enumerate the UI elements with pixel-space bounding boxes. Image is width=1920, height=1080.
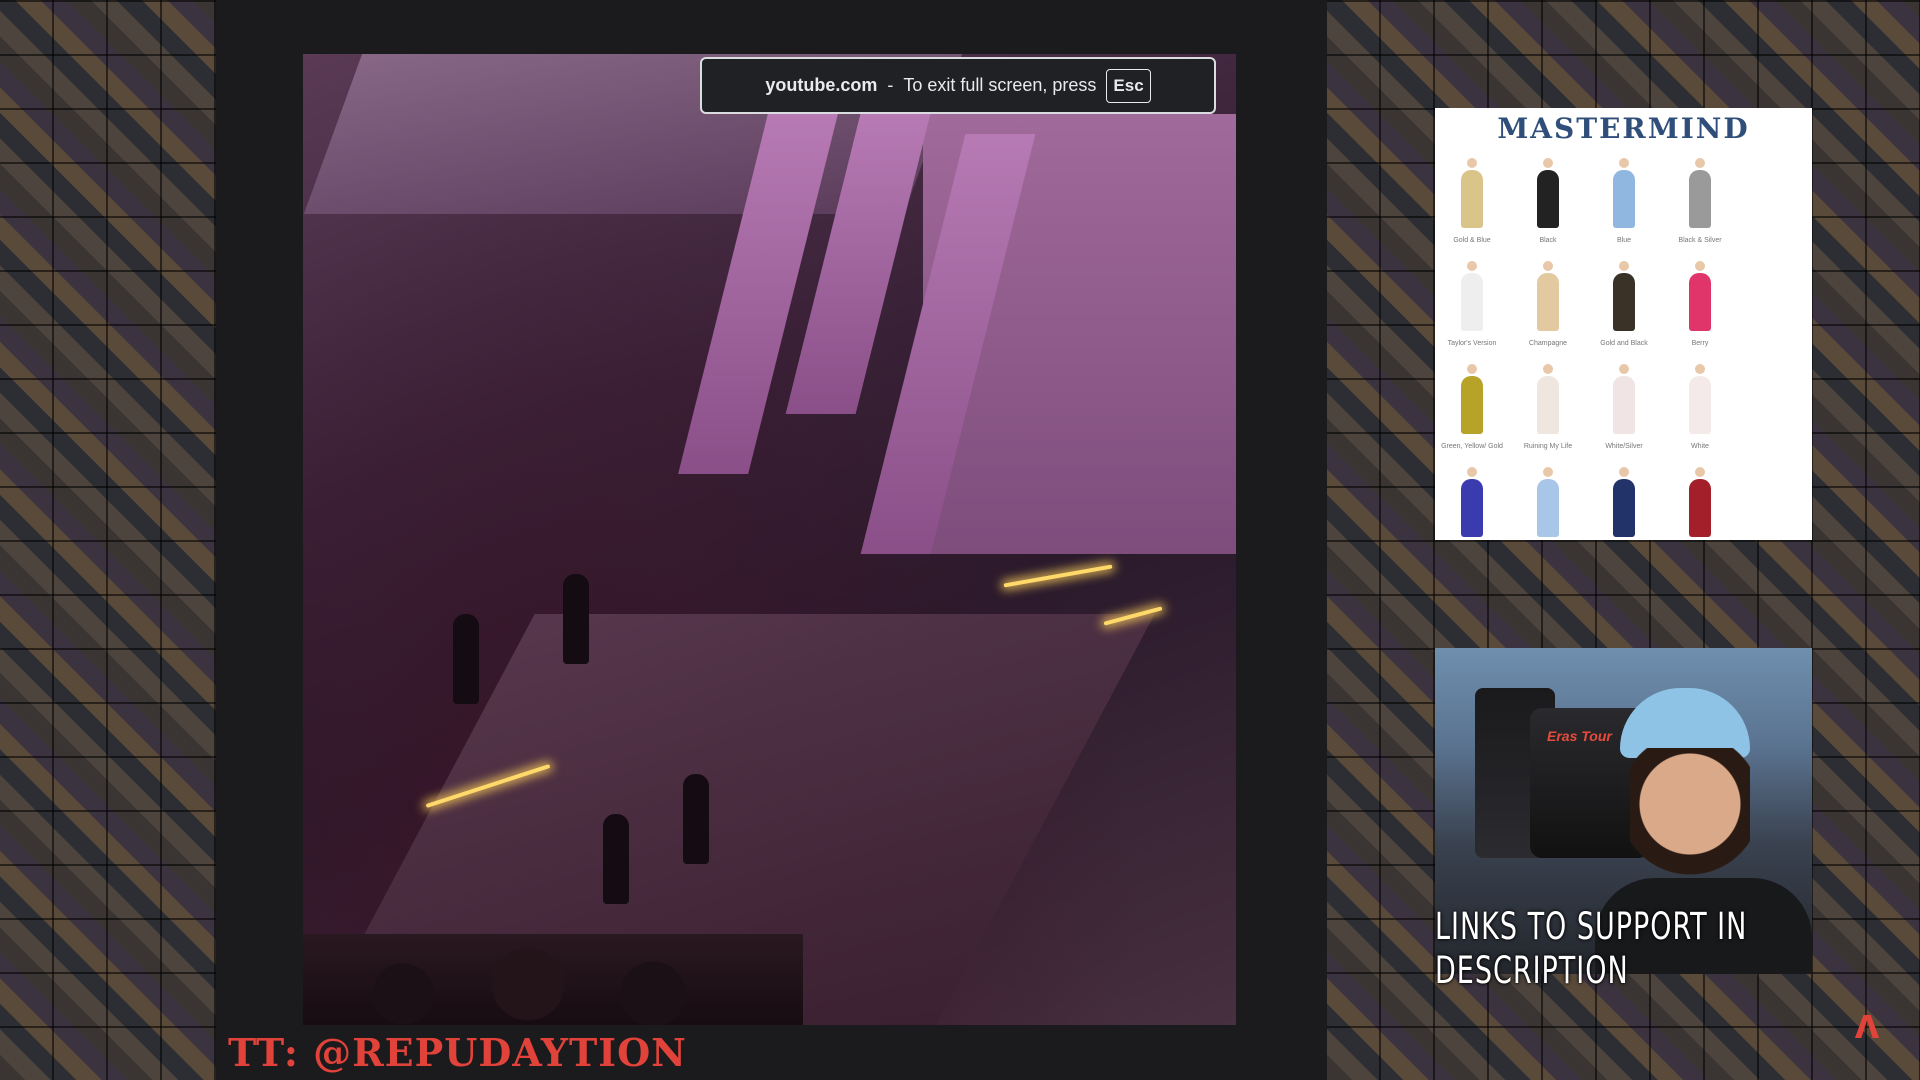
outfit-doll-head xyxy=(1695,158,1705,168)
support-links-banner: LINKS TO SUPPORT IN DESCRIPTION xyxy=(1435,905,1748,993)
outfit-item: Ruining My Life xyxy=(1510,364,1586,451)
streamer-face xyxy=(1630,748,1750,888)
outfit-doll-head xyxy=(1467,364,1477,374)
channel-logo-icon: ʌ xyxy=(1854,999,1880,1048)
outfit-doll-icon xyxy=(1537,376,1559,434)
outfit-doll-icon xyxy=(1461,273,1483,331)
outfit-doll-icon xyxy=(1613,170,1635,228)
outfit-item xyxy=(1434,467,1510,545)
outfit-caption: Champagne xyxy=(1528,340,1568,347)
toast-separator: - xyxy=(887,75,894,95)
outfit-doll-head xyxy=(1467,158,1477,168)
outfit-item xyxy=(1510,467,1586,545)
outfit-caption: Green, Yellow/ Gold xyxy=(1441,443,1503,450)
mastermind-title: MASTERMIND xyxy=(1497,112,1750,145)
tiktok-handle-overlay: TT: @REPUDAYTION xyxy=(228,1030,687,1075)
outfit-doll-head xyxy=(1619,158,1629,168)
outfit-doll-icon xyxy=(1689,170,1711,228)
outfit-doll-icon xyxy=(1461,376,1483,434)
photo-collage-background-left xyxy=(0,0,216,1080)
outfit-doll-head xyxy=(1543,467,1553,477)
outfit-doll-icon xyxy=(1613,273,1635,331)
outfit-item: White xyxy=(1662,364,1738,451)
outfit-doll-icon xyxy=(1689,479,1711,537)
outfit-item: Green, Yellow/ Gold xyxy=(1434,364,1510,451)
outfit-doll-icon xyxy=(1613,479,1635,537)
toast-message: To exit full screen, press xyxy=(903,75,1097,95)
outfit-caption: Gold & Blue xyxy=(1453,237,1491,244)
outfit-doll-icon xyxy=(1461,479,1483,537)
outfit-doll-icon xyxy=(1461,170,1483,228)
person-silhouette xyxy=(563,574,589,664)
outfit-doll-head xyxy=(1619,261,1629,271)
outfit-caption: Berry xyxy=(1691,340,1709,347)
outfit-doll-head xyxy=(1467,261,1477,271)
outfit-doll-head xyxy=(1695,261,1705,271)
sparkler-light xyxy=(1003,564,1113,588)
outfit-item xyxy=(1586,467,1662,545)
outfit-caption: White xyxy=(1691,443,1709,450)
outfit-doll-head xyxy=(1543,364,1553,374)
video-frame[interactable] xyxy=(303,54,1236,1025)
outfit-caption: White/Silver xyxy=(1605,443,1643,450)
esc-key-hint: Esc xyxy=(1106,68,1151,103)
outfit-item: White/Silver xyxy=(1586,364,1662,451)
person-silhouette xyxy=(453,614,479,704)
chair-logo: Eras Tour xyxy=(1547,728,1612,744)
outfit-item: Blue xyxy=(1586,158,1662,245)
mastermind-outfit-chart: MASTERMIND Gold & Blue Black Blue Black & S… xyxy=(1435,108,1812,540)
outfit-doll-head xyxy=(1695,364,1705,374)
outfit-caption: Blue xyxy=(1616,237,1631,244)
outfit-caption: Ruining My Life xyxy=(1523,443,1573,450)
outfit-doll-icon xyxy=(1613,376,1635,434)
crowd-silhouettes xyxy=(303,934,803,1025)
outfit-doll-icon xyxy=(1689,376,1711,434)
outfit-doll-head xyxy=(1619,364,1629,374)
outfit-caption: Black & Silver xyxy=(1678,237,1722,244)
outfit-caption: Gold and Black xyxy=(1600,340,1648,347)
outfit-item: Gold & Blue xyxy=(1434,158,1510,245)
outfit-caption: Taylor's Version xyxy=(1447,340,1497,347)
outfit-doll-icon xyxy=(1537,479,1559,537)
person-silhouette xyxy=(683,774,709,864)
outfit-item: Taylor's Version xyxy=(1434,261,1510,348)
outfit-doll-head xyxy=(1467,467,1477,477)
outfit-doll-icon xyxy=(1537,170,1559,228)
person-silhouette xyxy=(603,814,629,904)
outfit-caption: Black xyxy=(1539,237,1557,244)
outfit-doll-head xyxy=(1619,467,1629,477)
outfit-item: Gold and Black xyxy=(1586,261,1662,348)
outfit-doll-head xyxy=(1695,467,1705,477)
toast-domain: youtube.com xyxy=(765,75,878,95)
outfit-doll-icon xyxy=(1689,273,1711,331)
outfit-item: Berry xyxy=(1662,261,1738,348)
outfit-doll-icon xyxy=(1537,273,1559,331)
outfit-item: Black xyxy=(1510,158,1586,245)
fullscreen-exit-toast: youtube.com - To exit full screen, press… xyxy=(700,57,1216,114)
outfit-doll-head xyxy=(1543,261,1553,271)
outfit-item xyxy=(1662,467,1738,545)
outfit-item: Champagne xyxy=(1510,261,1586,348)
outfit-item: Black & Silver xyxy=(1662,158,1738,245)
outfit-doll-head xyxy=(1543,158,1553,168)
